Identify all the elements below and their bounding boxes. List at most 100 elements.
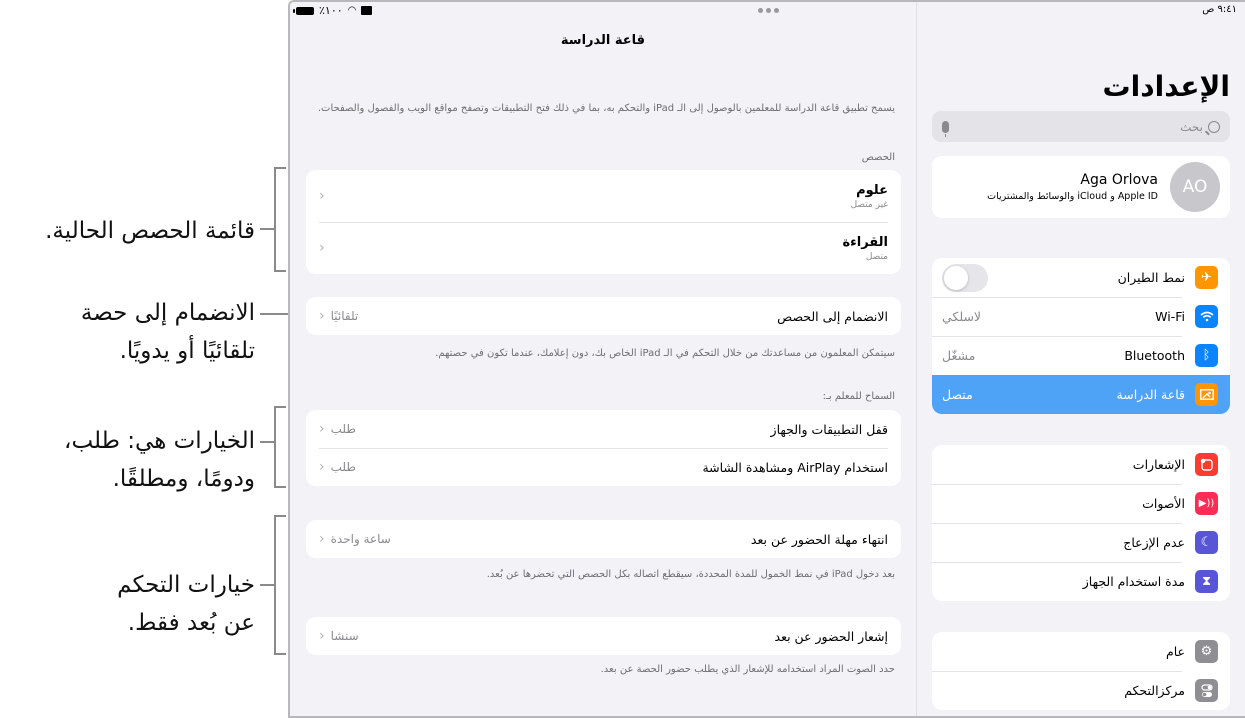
callout-text: الخيارات هي: طلب،: [64, 428, 255, 454]
moon-icon: ☾: [1195, 531, 1218, 554]
callout-bracket: [274, 167, 286, 272]
class-row[interactable]: علوم غير متصل ‹: [306, 170, 901, 222]
callout-options: الخيارات هي: طلب، ودومًا، ومطلقًا.: [64, 422, 255, 498]
sidebar-item-value: مشغّل: [942, 348, 976, 363]
connectivity-group: ✈ نمط الطيران Wi-Fi لاسلكي ᛒ Bluetooth م…: [932, 258, 1230, 414]
timeout-label: انتهاء مهلة الحضور عن بعد: [750, 531, 888, 547]
wifi-icon: [1195, 305, 1218, 328]
callout-text: خيارات التحكم: [117, 572, 255, 598]
join-classes-label: الانضمام إلى الحصص: [777, 308, 888, 324]
sidebar-item-label: عدم الإزعاج: [1123, 535, 1185, 550]
page-title: قاعة الدراسة: [560, 33, 646, 48]
join-classes-group: الانضمام إلى الحصص تلقائيًا ‹: [306, 297, 901, 335]
bluetooth-icon: ᛒ: [1195, 344, 1218, 367]
callout-leader-line: [260, 228, 274, 230]
profile-name: Aga Orlova: [1080, 172, 1158, 188]
sidebar-item-control-center[interactable]: مركزالتحكم: [932, 671, 1230, 710]
microphone-icon[interactable]: [942, 120, 949, 137]
callout-text: الانضمام إلى حصة: [80, 300, 255, 326]
class-name: علوم: [856, 182, 888, 198]
sidebar-item-airplane-mode[interactable]: ✈ نمط الطيران: [932, 258, 1230, 297]
class-status: غير متصل: [850, 199, 888, 210]
classes-section-header: الحصص: [861, 152, 895, 163]
class-row[interactable]: القراءة متصل ‹: [306, 222, 901, 274]
search-placeholder: بحث: [1180, 119, 1203, 134]
callout-leader-line: [260, 441, 274, 443]
profile-card[interactable]: AO Aga Orlova Apple ID و iCloud والوسائط…: [932, 156, 1230, 218]
callout-text: تلقائيًا أو يدويًا.: [119, 338, 255, 364]
timeout-note: بعد دخول iPad في نمط الخمول للمدة المحدد…: [486, 569, 895, 580]
airplane-mode-toggle[interactable]: [942, 263, 988, 292]
chevron-icon: ‹: [319, 628, 325, 644]
sidebar-item-bluetooth[interactable]: ᛒ Bluetooth مشغّل: [932, 336, 1230, 375]
class-name: القراءة: [842, 234, 888, 250]
join-classes-row[interactable]: الانضمام إلى الحصص تلقائيًا ‹: [306, 297, 901, 335]
gear-icon: ⚙: [1195, 640, 1218, 663]
callout-leader-line: [260, 584, 274, 586]
sidebar-item-do-not-disturb[interactable]: ☾ عدم الإزعاج: [932, 523, 1230, 562]
allow-teacher-list: قفل التطبيقات والجهاز طلب ‹ استخدام AirP…: [306, 410, 901, 486]
lock-apps-row[interactable]: قفل التطبيقات والجهاز طلب ‹: [306, 410, 901, 448]
search-field[interactable]: بحث: [932, 111, 1230, 142]
join-classes-note: سيتمكن المعلمون من مساعدتك من خلال التحك…: [435, 348, 895, 359]
general-group: ⚙ عام مركزالتحكم: [932, 632, 1230, 710]
callout-remote-only: خيارات التحكم عن بُعد فقط.: [117, 566, 255, 642]
classroom-icon: [1195, 383, 1218, 406]
notifications-group: الإشعارات ((▶ الأصوات ☾ عدم الإزعاج ⧗ مد…: [932, 445, 1230, 601]
sidebar-item-screen-time[interactable]: ⧗ مدة استخدام الجهاز: [932, 562, 1230, 601]
chevron-icon: ‹: [319, 531, 325, 547]
airplay-row[interactable]: استخدام AirPlay ومشاهدة الشاشة طلب ‹: [306, 448, 901, 486]
sidebar-item-label: قاعة الدراسة: [1116, 387, 1185, 402]
callout-text: ودومًا، ومطلقًا.: [112, 466, 255, 492]
search-icon: [1208, 120, 1220, 133]
lock-apps-value: طلب: [330, 422, 356, 436]
profile-subtitle: Apple ID و iCloud والوسائط والمشتريات: [987, 191, 1158, 202]
callout-bracket: [274, 515, 286, 655]
timeout-row[interactable]: انتهاء مهلة الحضور عن بعد ساعة واحدة ‹: [306, 520, 901, 558]
sidebar-item-label: الأصوات: [1142, 496, 1185, 511]
chevron-icon: ‹: [319, 421, 325, 437]
callout-current-classes: قائمة الحصص الحالية.: [45, 212, 255, 250]
lock-apps-label: قفل التطبيقات والجهاز: [770, 421, 888, 437]
sidebar-item-sounds[interactable]: ((▶ الأصوات: [932, 484, 1230, 523]
airplay-value: طلب: [330, 460, 356, 474]
hourglass-icon: ⧗: [1195, 570, 1218, 593]
airplane-icon: ✈: [1195, 266, 1218, 289]
chevron-icon: ‹: [319, 188, 325, 204]
chevron-icon: ‹: [319, 240, 325, 256]
avatar: AO: [1170, 162, 1220, 212]
callout-text: قائمة الحصص الحالية.: [45, 218, 255, 244]
sidebar-title: الإعدادات: [1102, 70, 1230, 103]
callout-join-classes: الانضمام إلى حصة تلقائيًا أو يدويًا.: [81, 294, 255, 370]
screenshot-stage: قائمة الحصص الحالية. الانضمام إلى حصة تل…: [0, 0, 1245, 718]
notify-label: إشعار الحضور عن بعد: [774, 628, 888, 644]
intro-description: يسمح تطبيق قاعة الدراسة للمعلمين بالوصول…: [317, 103, 895, 114]
notify-group: إشعار الحضور عن بعد سنشا ‹: [306, 617, 901, 655]
callout-text: عن بُعد فقط.: [127, 610, 255, 636]
classroom-detail-pane: قاعة الدراسة يسمح تطبيق قاعة الدراسة للم…: [290, 2, 917, 716]
sidebar-item-notifications[interactable]: الإشعارات: [932, 445, 1230, 484]
sidebar-item-label: Bluetooth: [1124, 348, 1185, 363]
sidebar-item-wifi[interactable]: Wi-Fi لاسلكي: [932, 297, 1230, 336]
timeout-group: انتهاء مهلة الحضور عن بعد ساعة واحدة ‹: [306, 520, 901, 558]
notifications-icon: [1195, 453, 1218, 476]
sidebar-item-label: الإشعارات: [1132, 457, 1185, 472]
sidebar-item-value: لاسلكي: [942, 309, 982, 324]
ipad-screen: ٪١٠٠ ◠ ٩:٤١ ص قاعة الدراسة يسمح تطبيق قا…: [288, 0, 1245, 718]
sidebar-item-label: مدة استخدام الجهاز: [1082, 574, 1185, 589]
settings-sidebar: الإعدادات بحث AO Aga Orlova Apple ID و i…: [918, 2, 1245, 716]
classes-list: علوم غير متصل ‹ القراءة متصل ‹: [306, 170, 901, 274]
sidebar-item-classroom[interactable]: قاعة الدراسة متصل: [932, 375, 1230, 414]
sidebar-item-label: نمط الطيران: [1117, 270, 1185, 285]
notify-row[interactable]: إشعار الحضور عن بعد سنشا ‹: [306, 617, 901, 655]
sounds-icon: ((▶: [1195, 492, 1218, 515]
class-status: متصل: [865, 251, 888, 262]
airplay-label: استخدام AirPlay ومشاهدة الشاشة: [702, 459, 888, 475]
chevron-icon: ‹: [319, 308, 325, 324]
sidebar-item-label: Wi-Fi: [1155, 309, 1185, 324]
sidebar-item-general[interactable]: ⚙ عام: [932, 632, 1230, 671]
timeout-value: ساعة واحدة: [330, 532, 391, 546]
join-classes-value: تلقائيًا: [330, 309, 359, 323]
control-center-icon: [1195, 679, 1218, 702]
sidebar-item-value: متصل: [942, 387, 973, 402]
